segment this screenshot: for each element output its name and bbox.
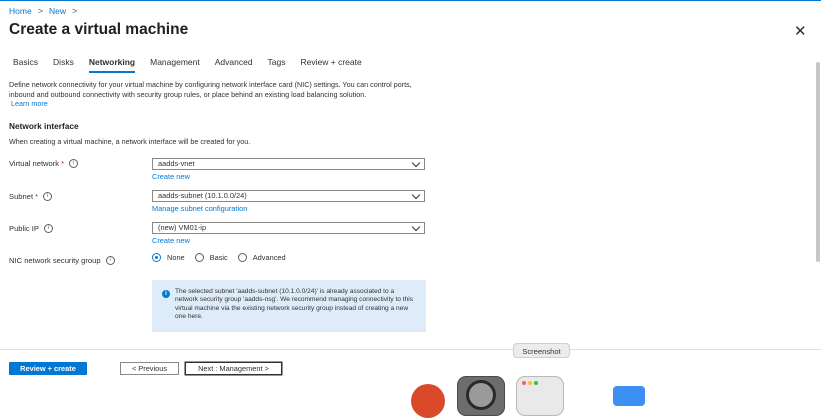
- subnet-label-text: Subnet: [9, 192, 34, 201]
- radio-unchecked-icon: [237, 253, 247, 262]
- public-ip-label-text: Public IP: [9, 224, 39, 233]
- nsg-option-label: Basic: [209, 253, 228, 262]
- breadcrumb-separator: >: [37, 6, 43, 16]
- subnet-value: aadds-subnet (10.1.0.0/24): [158, 191, 247, 200]
- vnet-label-text: Virtual network: [9, 159, 60, 168]
- footer-divider: [0, 349, 821, 350]
- chevron-down-icon: [411, 158, 421, 168]
- nsg-option-label: None: [167, 253, 185, 262]
- dock-app-icon[interactable]: [613, 386, 645, 406]
- info-icon[interactable]: i: [105, 256, 115, 265]
- tab-management[interactable]: Management: [150, 57, 200, 73]
- top-accent-line: [0, 0, 821, 1]
- tab-bar: Basics Disks Networking Management Advan…: [13, 57, 377, 73]
- breadcrumb-separator: >: [71, 6, 78, 16]
- public-ip-value: (new) VM01-ip: [158, 223, 207, 232]
- info-icon[interactable]: i: [69, 159, 79, 168]
- network-interface-description: When creating a virtual machine, a netwo…: [9, 137, 251, 146]
- nsg-label: NIC network security group i: [9, 256, 115, 265]
- nsg-option-none[interactable]: None: [152, 253, 185, 262]
- network-interface-heading: Network interface: [9, 121, 79, 131]
- manage-subnet-link[interactable]: Manage subnet configuration: [152, 204, 247, 213]
- public-ip-label: Public IP i: [9, 224, 53, 233]
- tab-disks[interactable]: Disks: [53, 57, 74, 73]
- tab-networking[interactable]: Networking: [88, 57, 136, 73]
- vnet-label: Virtual network * i: [9, 159, 79, 168]
- nsg-radio-group: None Basic Advanced: [152, 253, 296, 262]
- nsg-option-label: Advanced: [252, 253, 286, 262]
- info-icon[interactable]: i: [43, 192, 53, 201]
- info-message-text: The selected subnet 'aadds-subnet (10.1.…: [175, 288, 414, 321]
- breadcrumb-new[interactable]: New: [49, 6, 66, 16]
- nsg-label-text: NIC network security group: [9, 256, 101, 265]
- tab-basics[interactable]: Basics: [13, 57, 38, 73]
- breadcrumb: Home > New >: [9, 6, 77, 16]
- window-dots: [522, 381, 538, 385]
- radio-checked-icon: [152, 253, 161, 262]
- vnet-create-new-link[interactable]: Create new: [152, 172, 190, 181]
- system-settings-icon[interactable]: [457, 376, 505, 416]
- info-message-box: i The selected subnet 'aadds-subnet (10.…: [152, 280, 426, 332]
- screenshot-app-icon[interactable]: [516, 376, 564, 416]
- next-management-button[interactable]: Next : Management >: [185, 362, 282, 375]
- tab-tags[interactable]: Tags: [268, 57, 286, 73]
- vnet-dropdown[interactable]: aadds-vnet: [152, 158, 425, 170]
- page-title: Create a virtual machine: [9, 21, 189, 38]
- nsg-option-advanced[interactable]: Advanced: [237, 253, 286, 262]
- vnet-value: aadds-vnet: [158, 159, 195, 168]
- previous-button[interactable]: < Previous: [120, 362, 179, 375]
- info-icon: i: [162, 290, 170, 298]
- vertical-scrollbar[interactable]: [816, 62, 820, 262]
- nsg-option-basic[interactable]: Basic: [194, 253, 228, 262]
- info-icon[interactable]: i: [43, 224, 53, 233]
- intro-text: Define network connectivity for your vir…: [9, 80, 412, 99]
- subnet-label: Subnet * i: [9, 192, 53, 201]
- tab-review-create[interactable]: Review + create: [301, 57, 362, 73]
- public-ip-dropdown[interactable]: (new) VM01-ip: [152, 222, 425, 234]
- radio-unchecked-icon: [194, 253, 204, 262]
- intro-description: Define network connectivity for your vir…: [9, 80, 429, 109]
- chevron-down-icon: [411, 222, 421, 232]
- chevron-down-icon: [411, 190, 421, 200]
- screenshot-tooltip: Screenshot: [513, 343, 570, 358]
- public-ip-create-new-link[interactable]: Create new: [152, 236, 190, 245]
- subnet-dropdown[interactable]: aadds-subnet (10.1.0.0/24): [152, 190, 425, 202]
- required-marker: *: [35, 192, 39, 201]
- dock-app-icon[interactable]: [411, 384, 445, 418]
- close-icon[interactable]: ✕: [794, 22, 807, 40]
- breadcrumb-home[interactable]: Home: [9, 6, 32, 16]
- tab-advanced[interactable]: Advanced: [215, 57, 253, 73]
- required-marker: *: [61, 159, 65, 168]
- learn-more-link[interactable]: Learn more: [9, 99, 429, 109]
- review-create-button[interactable]: Review + create: [9, 362, 87, 375]
